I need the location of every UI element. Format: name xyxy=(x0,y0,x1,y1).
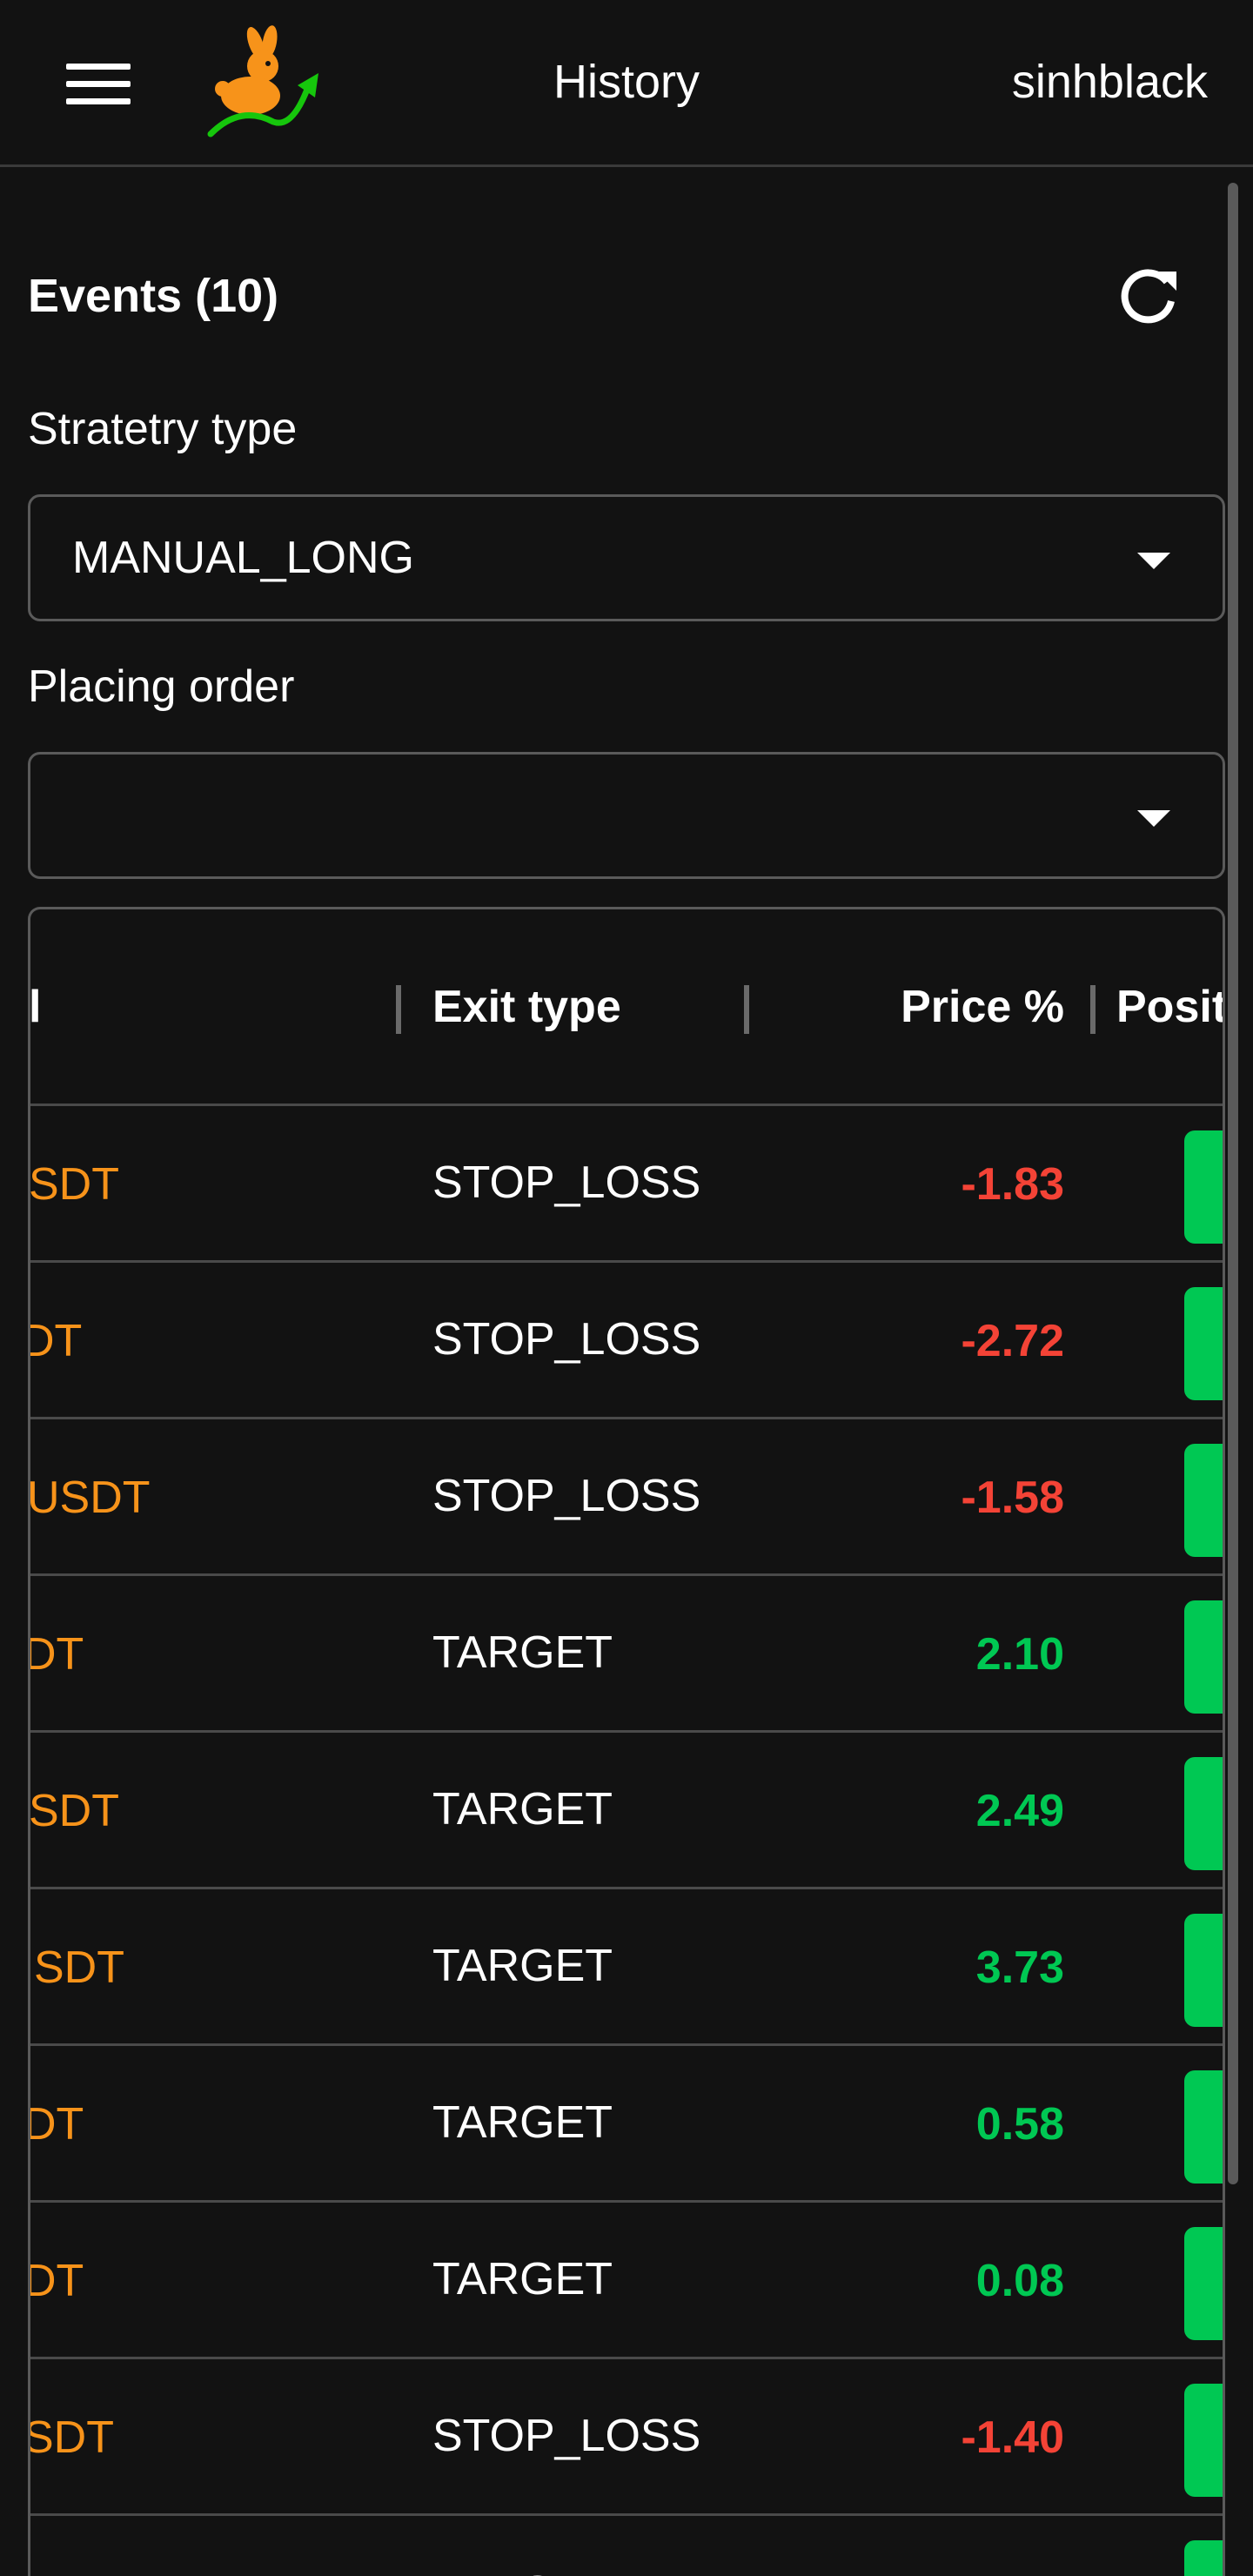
caret-down-icon xyxy=(1137,553,1170,569)
exit-type-cell: STOP_LOSS xyxy=(432,1314,701,1365)
table-row[interactable]: SDT STOP_LOSS -1.83 xyxy=(30,1106,1223,1263)
symbol-cell[interactable]: USDT xyxy=(30,1470,151,1526)
table-row[interactable]: DT TARGET 0.08 xyxy=(30,2203,1223,2359)
position-button[interactable] xyxy=(1184,1130,1223,1244)
position-button[interactable] xyxy=(1184,1914,1223,2027)
symbol-cell[interactable]: SDT xyxy=(30,1783,119,1839)
placing-order-select[interactable] xyxy=(28,752,1225,879)
page-scrollbar[interactable] xyxy=(1228,183,1238,2184)
price-pct-cell: -1.40 xyxy=(961,2412,1064,2463)
position-button[interactable] xyxy=(1184,1287,1223,1400)
symbol-cell[interactable]: DT xyxy=(30,1313,82,1369)
position-button[interactable] xyxy=(1184,2384,1223,2497)
exit-type-cell: TARGET xyxy=(432,1784,613,1835)
column-resize-handle[interactable] xyxy=(396,985,401,1034)
price-pct-cell: 2.49 xyxy=(975,1786,1064,1836)
price-pct-cell: 3.73 xyxy=(975,1942,1064,1993)
column-header-symbol[interactable]: l xyxy=(30,979,41,1035)
table-row[interactable]: DT TARGET 0.58 xyxy=(30,2046,1223,2203)
strategy-type-label: Stratetry type xyxy=(28,404,298,454)
table-row[interactable]: TARGET xyxy=(30,2516,1223,2576)
exit-type-cell: TARGET xyxy=(432,1627,613,1678)
table-row[interactable]: DT TARGET 2.10 xyxy=(30,1576,1223,1733)
price-pct-cell: -2.72 xyxy=(961,1316,1064,1366)
strategy-type-select[interactable]: MANUAL_LONG xyxy=(28,494,1225,621)
table-row[interactable]: DT STOP_LOSS -2.72 xyxy=(30,1263,1223,1419)
position-button[interactable] xyxy=(1184,1600,1223,1714)
position-button[interactable] xyxy=(1184,1757,1223,1870)
price-pct-cell: 2.10 xyxy=(975,1629,1064,1680)
exit-type-cell: STOP_LOSS xyxy=(432,1157,701,1208)
symbol-cell[interactable]: SDT xyxy=(34,1940,124,1996)
column-header-price-pct[interactable]: Price % xyxy=(901,979,1064,1035)
table-row[interactable]: SDT TARGET 3.73 xyxy=(30,1889,1223,2046)
events-title: Events (10) xyxy=(28,270,279,322)
column-header-exit-type[interactable]: Exit type xyxy=(432,979,621,1035)
table-row[interactable]: SDT TARGET 2.49 xyxy=(30,1733,1223,1889)
price-pct-cell: 0.58 xyxy=(975,2099,1064,2150)
exit-type-cell: TARGET xyxy=(432,2254,613,2304)
events-table[interactable]: l Exit type Price % Posit SDT STOP_LOSS -1… xyxy=(28,907,1225,2576)
column-resize-handle[interactable] xyxy=(744,985,749,1034)
exit-type-cell: TARGET xyxy=(432,2565,613,2576)
symbol-cell[interactable]: DT xyxy=(30,2096,84,2152)
price-pct-cell: -1.58 xyxy=(961,1472,1064,1523)
column-header-position[interactable]: Posit xyxy=(1116,979,1223,1035)
exit-type-cell: STOP_LOSS xyxy=(432,2411,701,2461)
exit-type-cell: STOP_LOSS xyxy=(432,1471,701,1521)
app-header: History sinhblack xyxy=(0,0,1253,167)
position-button[interactable] xyxy=(1184,2540,1223,2576)
symbol-cell[interactable]: SDT xyxy=(30,2410,114,2465)
symbol-cell[interactable]: DT xyxy=(30,2253,84,2309)
column-resize-handle[interactable] xyxy=(1090,985,1096,1034)
price-pct-cell: 0.08 xyxy=(975,2256,1064,2306)
strategy-type-value: MANUAL_LONG xyxy=(72,533,414,583)
placing-order-label: Placing order xyxy=(28,661,295,712)
table-header: l Exit type Price % Posit xyxy=(30,909,1223,1106)
refresh-icon[interactable] xyxy=(1114,261,1183,331)
username-label[interactable]: sinhblack xyxy=(1012,54,1208,110)
table-row[interactable]: USDT STOP_LOSS -1.58 xyxy=(30,1419,1223,1576)
symbol-cell[interactable]: DT xyxy=(30,1627,84,1682)
exit-type-cell: TARGET xyxy=(432,1941,613,1991)
position-button[interactable] xyxy=(1184,2070,1223,2184)
exit-type-cell: TARGET xyxy=(432,2097,613,2148)
price-pct-cell: -1.83 xyxy=(961,1159,1064,1210)
position-button[interactable] xyxy=(1184,2227,1223,2340)
table-row[interactable]: SDT STOP_LOSS -1.40 xyxy=(30,2359,1223,2516)
history-screen: History sinhblack Events (10) Stratetry … xyxy=(0,0,1253,2576)
symbol-cell[interactable]: SDT xyxy=(30,1157,119,1212)
caret-down-icon xyxy=(1137,810,1170,827)
position-button[interactable] xyxy=(1184,1444,1223,1557)
